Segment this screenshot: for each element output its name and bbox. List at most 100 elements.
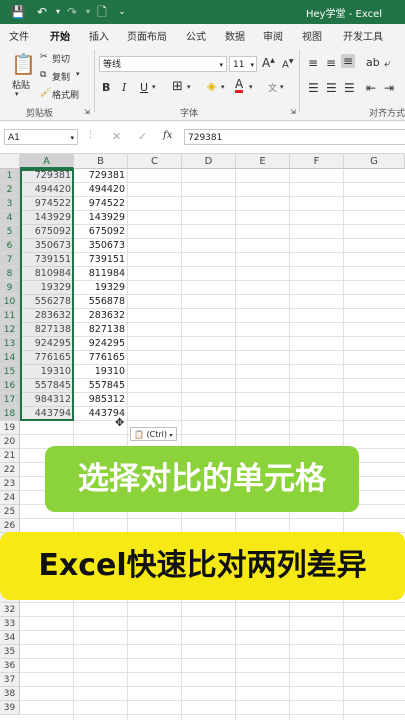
select-all-corner[interactable] (0, 154, 20, 169)
customize-icon[interactable]: ⌄ (114, 4, 130, 20)
column-header-g[interactable]: G (344, 154, 405, 169)
cell-b12[interactable]: 827138 (74, 323, 128, 337)
cell-b11[interactable]: 283632 (74, 309, 128, 323)
row-header[interactable]: 37 (0, 673, 20, 687)
row-header[interactable]: 23 (0, 477, 20, 491)
row-header[interactable]: 17 (0, 393, 20, 407)
format-painter-button[interactable]: 格式刷 (52, 88, 79, 101)
italic-button[interactable]: I (122, 81, 126, 94)
cell-b17[interactable]: 985312 (74, 393, 128, 407)
row-header[interactable]: 2 (0, 183, 20, 197)
row-header[interactable]: 32 (0, 603, 20, 617)
align-left-icon[interactable]: ☰ (308, 81, 319, 95)
cell-b15[interactable]: 19310 (74, 365, 128, 379)
column-header-f[interactable]: F (290, 154, 344, 169)
row-header[interactable]: 11 (0, 309, 20, 323)
orientation-icon[interactable]: ab (366, 56, 380, 69)
cell-b5[interactable]: 675092 (74, 225, 128, 239)
row-header[interactable]: 1 (0, 169, 20, 183)
bold-button[interactable]: B (102, 81, 110, 94)
redo-icon[interactable]: ↷ (64, 4, 80, 20)
row-header[interactable]: 12 (0, 323, 20, 337)
column-header-b[interactable]: B (74, 154, 128, 169)
undo-icon[interactable]: ↶ (34, 4, 50, 20)
cell-b9[interactable]: 19329 (74, 281, 128, 295)
row-header[interactable]: 16 (0, 379, 20, 393)
align-top-icon[interactable]: ≡ (308, 56, 318, 70)
chevron-down-icon[interactable]: ▾ (249, 83, 253, 91)
new-file-icon[interactable]: 🗋 (94, 4, 110, 20)
more-options-icon[interactable]: ⋮ (86, 130, 95, 140)
decrease-indent-icon[interactable]: ⇤ (366, 81, 376, 95)
row-header[interactable]: 9 (0, 281, 20, 295)
row-header[interactable]: 35 (0, 645, 20, 659)
tab-file[interactable]: 文件 (9, 28, 29, 43)
cell-b6[interactable]: 350673 (74, 239, 128, 253)
row-header[interactable]: 24 (0, 491, 20, 505)
name-box[interactable]: A1 ▾ (4, 129, 78, 145)
row-header[interactable]: 21 (0, 449, 20, 463)
row-header[interactable]: 26 (0, 519, 20, 533)
font-color-button[interactable]: A (235, 78, 244, 93)
cut-button[interactable]: 剪切 (52, 52, 70, 65)
tab-review[interactable]: 审阅 (263, 28, 283, 43)
tab-page-layout[interactable]: 页面布局 (127, 28, 167, 43)
row-header[interactable]: 14 (0, 351, 20, 365)
cell-b13[interactable]: 924295 (74, 337, 128, 351)
row-header[interactable]: 20 (0, 435, 20, 449)
row-header[interactable]: 36 (0, 659, 20, 673)
tab-view[interactable]: 视图 (302, 28, 322, 43)
cut-icon[interactable]: ✂ (40, 52, 48, 62)
format-painter-icon[interactable]: 🖌 (40, 88, 51, 98)
phonetic-guide-icon[interactable]: 文 (268, 81, 277, 94)
cell-b1[interactable]: 729381 (74, 169, 128, 183)
copy-button[interactable]: 复制 (52, 70, 70, 83)
decrease-font-size-button[interactable]: A▼ (282, 58, 293, 70)
formula-input[interactable]: 729381 (184, 129, 405, 145)
column-header-a[interactable]: A (20, 154, 74, 169)
row-header[interactable]: 25 (0, 505, 20, 519)
row-header[interactable]: 8 (0, 267, 20, 281)
increase-font-size-button[interactable]: A▲ (262, 56, 275, 70)
copy-dropdown-icon[interactable]: ▾ (76, 70, 80, 78)
row-header[interactable]: 6 (0, 239, 20, 253)
font-launcher-icon[interactable]: ⇲ (290, 108, 296, 116)
align-bottom-icon[interactable]: ≡ (341, 54, 356, 68)
row-header[interactable]: 38 (0, 687, 20, 701)
cell-b10[interactable]: 556878 (74, 295, 128, 309)
paste-dropdown-icon[interactable]: ▾ (15, 90, 19, 98)
worksheet-grid[interactable]: A B C D E F G 1 2 3 4 5 6 7 8 9 10 11 12 13 14 15 16 17 1… (0, 154, 405, 720)
row-header[interactable]: 22 (0, 463, 20, 477)
tab-data[interactable]: 数据 (225, 28, 245, 43)
wrap-text-icon[interactable]: ⤶ (384, 56, 391, 71)
align-center-icon[interactable]: ☰ (326, 81, 337, 95)
cell-b8[interactable]: 811984 (74, 267, 128, 281)
align-right-icon[interactable]: ☰ (344, 81, 355, 95)
row-header[interactable]: 33 (0, 617, 20, 631)
copy-icon[interactable]: ⧉ (40, 70, 46, 80)
chevron-down-icon[interactable]: ▾ (280, 83, 284, 91)
row-header[interactable]: 7 (0, 253, 20, 267)
font-name-select[interactable]: 等线 ▾ (99, 56, 227, 72)
row-header[interactable]: 13 (0, 337, 20, 351)
row-header[interactable]: 39 (0, 701, 20, 715)
chevron-down-icon[interactable]: ▾ (187, 83, 191, 91)
chevron-down-icon[interactable]: ▾ (152, 83, 156, 91)
cancel-icon[interactable]: ✕ (112, 130, 121, 143)
column-header-d[interactable]: D (182, 154, 236, 169)
row-header[interactable]: 3 (0, 197, 20, 211)
column-header-e[interactable]: E (236, 154, 290, 169)
clipboard-launcher-icon[interactable]: ⇲ (84, 108, 90, 116)
save-icon[interactable]: 💾 (10, 4, 26, 20)
cell-b7[interactable]: 739151 (74, 253, 128, 267)
tab-home[interactable]: 开始 (50, 28, 70, 48)
cell-b14[interactable]: 776165 (74, 351, 128, 365)
column-header-c[interactable]: C (128, 154, 182, 169)
cell-b4[interactable]: 143929 (74, 211, 128, 225)
tab-formulas[interactable]: 公式 (186, 28, 206, 43)
tab-insert[interactable]: 插入 (89, 28, 109, 43)
row-header[interactable]: 19 (0, 421, 20, 435)
align-middle-icon[interactable]: ≡ (326, 56, 336, 70)
increase-indent-icon[interactable]: ⇥ (384, 81, 394, 95)
fill-color-icon[interactable]: ◈ (207, 79, 216, 93)
